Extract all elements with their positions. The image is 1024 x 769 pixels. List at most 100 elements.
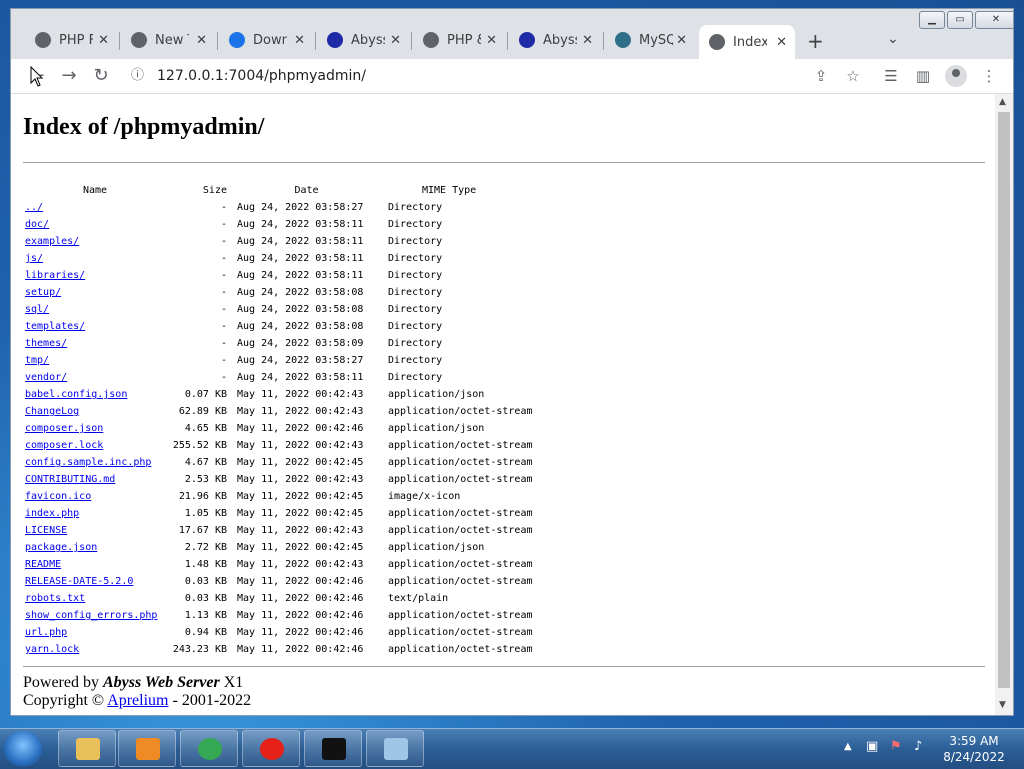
file-link[interactable]: index.php [25, 508, 79, 519]
file-mime-type-cell: application/json [388, 542, 485, 553]
browser-tab[interactable]: PHP F ✕ [25, 25, 117, 55]
file-link[interactable]: examples/ [25, 236, 79, 247]
taskbar-app-button[interactable] [180, 730, 238, 767]
menu-kebab-icon[interactable]: ⋮ [977, 64, 1001, 88]
file-date-cell: May 11, 2022 00:42:45 [237, 508, 364, 519]
forward-button[interactable]: → [57, 64, 81, 88]
address-bar[interactable]: ⓘ 127.0.0.1:7004/phpmyadmin/ [123, 62, 999, 90]
network-icon[interactable]: ▣ [866, 739, 878, 754]
file-link[interactable]: LICENSE [25, 525, 67, 536]
file-link[interactable]: yarn.lock [25, 644, 79, 655]
file-link[interactable]: templates/ [25, 321, 85, 332]
file-link[interactable]: package.json [25, 542, 97, 553]
tab-close-icon[interactable]: ✕ [196, 33, 207, 48]
action-center-icon[interactable]: ⚑ [890, 739, 902, 754]
file-link[interactable]: show_config_errors.php [25, 610, 157, 621]
file-link[interactable]: libraries/ [25, 270, 85, 281]
copyright-prefix: Copyright © [23, 692, 105, 709]
taskbar-clock[interactable]: 3:59 AM 8/24/2022 [936, 733, 1012, 765]
scroll-down-arrow-icon[interactable]: ▼ [999, 700, 1006, 710]
tab-close-icon[interactable]: ✕ [776, 35, 787, 50]
company-link[interactable]: Aprelium [107, 692, 168, 709]
tab-close-icon[interactable]: ✕ [582, 33, 593, 48]
file-link[interactable]: tmp/ [25, 355, 49, 366]
reload-button[interactable]: ↻ [89, 64, 113, 88]
share-icon[interactable]: ⇪ [809, 64, 833, 88]
file-link-cell: examples/ [25, 233, 165, 250]
browser-tab[interactable]: PHP & ✕ [413, 25, 505, 55]
taskbar-app-button[interactable] [304, 730, 362, 767]
volume-icon[interactable]: ♪ [914, 739, 922, 754]
file-link[interactable]: CONTRIBUTING.md [25, 474, 115, 485]
tab-close-icon[interactable]: ✕ [390, 33, 401, 48]
browser-tab[interactable]: New T ✕ [121, 25, 215, 55]
scroll-thumb[interactable] [998, 112, 1010, 688]
browser-tab[interactable]: Abyss ✕ [509, 25, 601, 55]
taskbar-app-button[interactable] [366, 730, 424, 767]
file-link[interactable]: composer.json [25, 423, 103, 434]
download-icon [229, 32, 245, 48]
tab-title: MySQ [639, 32, 673, 48]
file-link[interactable]: ChangeLog [25, 406, 79, 417]
file-link[interactable]: robots.txt [25, 593, 85, 604]
listing-row: package.json 2.72 KB May 11, 2022 00:42:45… [25, 539, 533, 556]
taskbar-app-button[interactable] [118, 730, 176, 767]
file-size-cell: - [220, 287, 227, 298]
file-link[interactable]: js/ [25, 253, 43, 264]
new-tab-button[interactable]: + [807, 29, 824, 53]
file-link[interactable]: RELEASE-DATE-5.2.0 [25, 576, 133, 587]
tab-close-icon[interactable]: ✕ [486, 33, 497, 48]
file-link[interactable]: README [25, 559, 61, 570]
listing-row: yarn.lock 243.23 KB May 11, 2022 00:42:46 a… [25, 641, 533, 658]
browser-tab[interactable]: Index ✕ [699, 25, 795, 59]
server-version: X1 [223, 674, 244, 691]
file-size-cell: 2.53 KB [184, 474, 227, 485]
reading-list-icon[interactable]: ☰ [879, 64, 903, 88]
taskbar-app-button[interactable] [242, 730, 300, 767]
maximize-button[interactable]: ▭ [947, 11, 973, 29]
start-button[interactable] [4, 731, 42, 767]
browser-tab[interactable]: MySQ ✕ [605, 25, 695, 55]
site-info-icon[interactable]: ⓘ [131, 62, 144, 90]
listing-row: favicon.ico 21.96 KB May 11, 2022 00:42:45… [25, 488, 533, 505]
listing-row: doc/ - Aug 24, 2022 03:58:11 Directory [25, 216, 533, 233]
file-size-cell: 17.67 KB [178, 525, 227, 536]
tab-close-icon[interactable]: ✕ [294, 33, 305, 48]
file-link[interactable]: themes/ [25, 338, 67, 349]
file-size-cell: - [220, 270, 227, 281]
tab-search-button[interactable]: ⌄ [887, 31, 899, 47]
tab-close-icon[interactable]: ✕ [676, 33, 687, 48]
browser-tab[interactable]: Abyss ✕ [317, 25, 409, 55]
file-link[interactable]: favicon.ico [25, 491, 91, 502]
file-link-cell: README [25, 556, 165, 573]
show-hidden-icons-icon[interactable]: ▲ [844, 741, 852, 752]
file-link-cell: package.json [25, 539, 165, 556]
profile-avatar-icon[interactable] [945, 65, 967, 87]
file-link[interactable]: config.sample.inc.php [25, 457, 151, 468]
file-mime-type-cell: Directory [388, 372, 443, 383]
vertical-scrollbar[interactable]: ▲ ▼ [995, 94, 1013, 715]
file-link[interactable]: url.php [25, 627, 67, 638]
file-link[interactable]: setup/ [25, 287, 61, 298]
bookmark-star-icon[interactable]: ☆ [841, 64, 865, 88]
cmd-icon [322, 738, 346, 760]
file-link-cell: vendor/ [25, 369, 165, 386]
file-link[interactable]: babel.config.json [25, 389, 127, 400]
window-close-button[interactable]: ✕ [975, 11, 1013, 29]
file-date-cell: May 11, 2022 00:42:43 [237, 440, 364, 451]
header-mime: MIME Type [422, 185, 477, 196]
file-mime-type-cell: application/octet-stream [388, 508, 533, 519]
file-link[interactable]: ../ [25, 202, 43, 213]
file-link[interactable]: vendor/ [25, 372, 67, 383]
minimize-button[interactable]: ▁ [919, 11, 945, 29]
file-mime-type-cell: Directory [388, 253, 443, 264]
file-link[interactable]: doc/ [25, 219, 49, 230]
taskbar-app-button[interactable] [58, 730, 116, 767]
scroll-up-arrow-icon[interactable]: ▲ [999, 97, 1006, 107]
browser-tab[interactable]: Downl ✕ [219, 25, 313, 55]
file-link[interactable]: sql/ [25, 304, 49, 315]
file-mime-type-cell: Directory [388, 338, 443, 349]
file-link[interactable]: composer.lock [25, 440, 103, 451]
side-panel-icon[interactable]: ▥ [911, 64, 935, 88]
tab-close-icon[interactable]: ✕ [98, 33, 109, 48]
